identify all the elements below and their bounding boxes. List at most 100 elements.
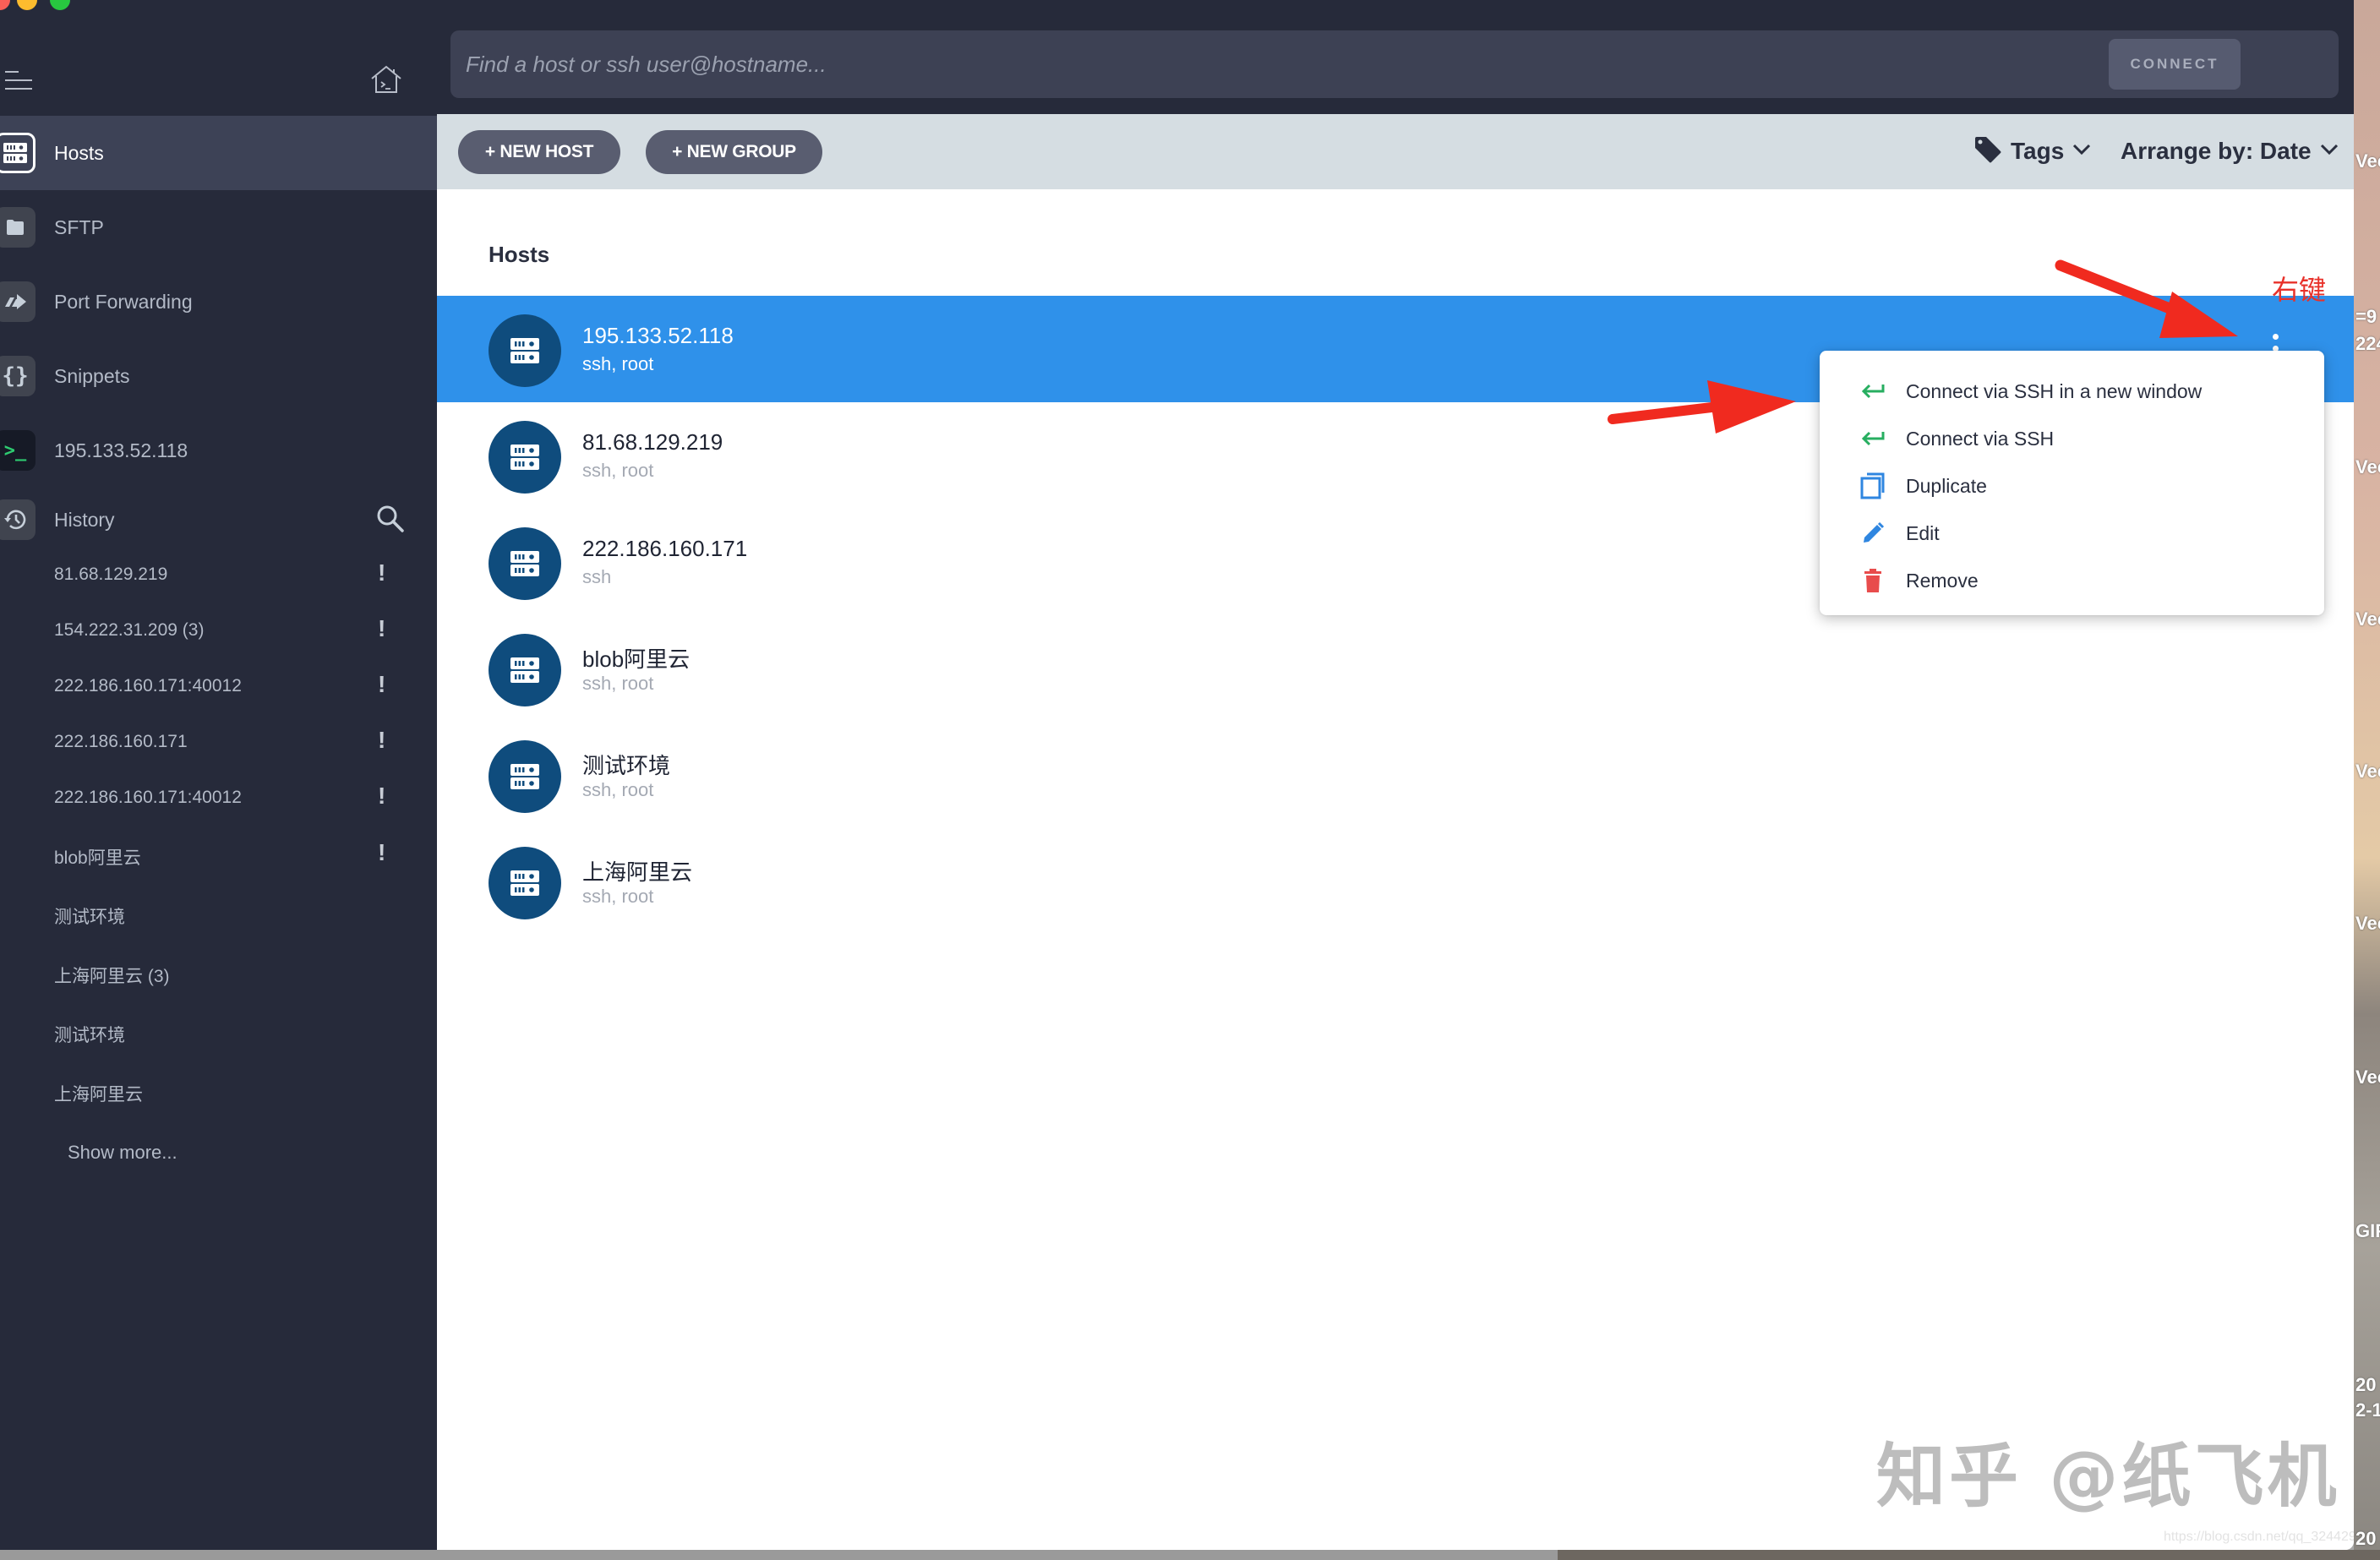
host-name: 195.133.52.118 bbox=[582, 323, 734, 348]
warning-icon: ! bbox=[378, 671, 386, 697]
history-item[interactable]: 测试环境 bbox=[54, 1022, 125, 1047]
return-arrow-icon bbox=[1859, 377, 1887, 406]
desktop-label: 2-1 bbox=[2355, 1399, 2380, 1421]
warning-icon: ! bbox=[378, 839, 386, 865]
terminal-icon: >_ bbox=[0, 430, 35, 471]
menu-item-label: Edit bbox=[1906, 521, 1940, 544]
history-item[interactable]: 222.186.160.171:40012 bbox=[54, 788, 242, 808]
sidebar-item-terminal-session[interactable]: >_ 195.133.52.118 bbox=[0, 413, 437, 488]
server-icon bbox=[489, 527, 561, 600]
sidebar-item-hosts[interactable]: Hosts bbox=[0, 116, 437, 190]
hamburger-menu-icon[interactable] bbox=[5, 69, 32, 91]
menu-item-connect[interactable]: Connect via SSH bbox=[1820, 415, 2324, 462]
home-terminal-icon[interactable] bbox=[369, 64, 403, 95]
desktop-label: Vec bbox=[2355, 913, 2380, 934]
desktop-label: Vec bbox=[2355, 761, 2380, 782]
history-item[interactable]: 测试环境 bbox=[54, 903, 125, 929]
history-item[interactable]: 上海阿里云 (3) bbox=[54, 963, 170, 988]
search-icon[interactable] bbox=[375, 504, 406, 534]
server-icon bbox=[489, 847, 561, 919]
section-title: Hosts bbox=[489, 242, 550, 267]
minimize-window-button[interactable] bbox=[17, 0, 37, 10]
desktop-background: Vec =9 224 Vec Vec Vec Vec Vec GIF 20 2-… bbox=[2354, 0, 2380, 1560]
host-name: 测试环境 bbox=[582, 753, 671, 778]
tag-icon bbox=[1973, 135, 2002, 168]
host-row[interactable]: blob阿里云 ssh, root bbox=[437, 615, 2354, 722]
search-bar: CONNECT bbox=[450, 30, 2339, 98]
history-item[interactable]: blob阿里云 bbox=[54, 844, 141, 870]
sidebar-history-header[interactable]: History bbox=[0, 483, 437, 557]
warning-icon: ! bbox=[378, 615, 386, 641]
desktop-label: Vec bbox=[2355, 1066, 2380, 1088]
server-icon bbox=[489, 314, 561, 387]
new-group-button[interactable]: + NEW GROUP bbox=[646, 130, 822, 174]
duplicate-icon bbox=[1859, 472, 1887, 500]
history-item[interactable]: 222.186.160.171:40012 bbox=[54, 676, 242, 696]
host-search-input[interactable] bbox=[450, 30, 2141, 98]
host-name: blob阿里云 bbox=[582, 646, 691, 672]
host-details: ssh, root bbox=[582, 886, 654, 907]
chevron-down-icon bbox=[2072, 144, 2091, 160]
chevron-down-icon bbox=[2320, 144, 2339, 160]
host-details: ssh, root bbox=[582, 353, 654, 374]
host-details: ssh, root bbox=[582, 460, 654, 481]
menu-item-label: Connect via SSH in a new window bbox=[1906, 379, 2203, 402]
menu-item-edit[interactable]: Edit bbox=[1820, 510, 2324, 557]
watermark: 知乎 @纸飞机 bbox=[1876, 1437, 2340, 1517]
show-more-link[interactable]: Show more... bbox=[68, 1142, 177, 1164]
sidebar-item-label: Snippets bbox=[54, 364, 130, 387]
host-row[interactable]: 上海阿里云 ssh, root bbox=[437, 828, 2354, 935]
arrange-by-dropdown[interactable]: Arrange by: Date bbox=[2121, 134, 2339, 168]
desktop-label: 224 bbox=[2355, 333, 2380, 354]
server-icon bbox=[0, 133, 35, 173]
desktop-label: Vec bbox=[2355, 608, 2380, 630]
new-host-button[interactable]: + NEW HOST bbox=[458, 130, 620, 174]
curly-braces-icon: {} bbox=[0, 356, 35, 396]
pencil-icon bbox=[1859, 519, 1887, 548]
sidebar-item-sftp[interactable]: SFTP bbox=[0, 190, 437, 265]
desktop-label: GIF bbox=[2355, 1220, 2380, 1241]
forward-arrow-icon bbox=[0, 281, 35, 322]
return-arrow-icon bbox=[1859, 424, 1887, 453]
folder-icon bbox=[0, 207, 35, 248]
maximize-window-button[interactable] bbox=[50, 0, 70, 10]
host-row[interactable]: 测试环境 ssh, root bbox=[437, 722, 2354, 828]
connect-button[interactable]: CONNECT bbox=[2109, 39, 2241, 90]
sidebar-item-label: SFTP bbox=[54, 215, 104, 238]
menu-item-connect-new-window[interactable]: Connect via SSH in a new window bbox=[1820, 368, 2324, 415]
sidebar-item-label: Hosts bbox=[54, 141, 104, 164]
history-item[interactable]: 154.222.31.209 (3) bbox=[54, 620, 204, 641]
warning-icon: ! bbox=[378, 783, 386, 809]
history-item[interactable]: 81.68.129.219 bbox=[54, 565, 167, 585]
history-icon bbox=[0, 499, 35, 540]
sidebar-item-label: 195.133.52.118 bbox=[54, 439, 188, 461]
sidebar: Hosts SFTP Port Forwarding {} Snippets >… bbox=[0, 0, 437, 1550]
host-name: 81.68.129.219 bbox=[582, 429, 723, 455]
close-window-button[interactable] bbox=[0, 0, 10, 10]
host-details: ssh bbox=[582, 566, 612, 587]
sidebar-item-port-forwarding[interactable]: Port Forwarding bbox=[0, 265, 437, 339]
desktop-label: 20 bbox=[2355, 1528, 2377, 1549]
sidebar-item-snippets[interactable]: {} Snippets bbox=[0, 339, 437, 413]
host-name: 上海阿里云 bbox=[582, 859, 693, 885]
menu-item-label: Remove bbox=[1906, 569, 1979, 592]
menu-item-label: Connect via SSH bbox=[1906, 427, 2055, 450]
tags-dropdown[interactable]: Tags bbox=[1973, 134, 2091, 168]
menu-item-duplicate[interactable]: Duplicate bbox=[1820, 462, 2324, 510]
history-item[interactable]: 上海阿里云 bbox=[54, 1081, 143, 1106]
desktop-label: =9 bbox=[2355, 306, 2377, 327]
server-icon bbox=[489, 740, 561, 813]
history-item[interactable]: 222.186.160.171 bbox=[54, 732, 188, 752]
desktop-label: 20 bbox=[2355, 1374, 2377, 1395]
watermark-url: https://blog.csdn.net/qq_32442973 bbox=[2164, 1530, 2354, 1544]
server-icon bbox=[489, 421, 561, 494]
server-icon bbox=[489, 634, 561, 706]
tags-label: Tags bbox=[2011, 138, 2065, 164]
host-name: 222.186.160.171 bbox=[582, 536, 748, 561]
menu-item-remove[interactable]: Remove bbox=[1820, 557, 2324, 604]
context-menu: Connect via SSH in a new window Connect … bbox=[1820, 351, 2324, 615]
arrange-label: Arrange by: Date bbox=[2121, 138, 2312, 164]
menu-item-label: Duplicate bbox=[1906, 474, 1987, 497]
toolbar: + NEW HOST + NEW GROUP Tags Arrange by: … bbox=[437, 114, 2354, 189]
app-window: Hosts SFTP Port Forwarding {} Snippets >… bbox=[0, 0, 2354, 1550]
